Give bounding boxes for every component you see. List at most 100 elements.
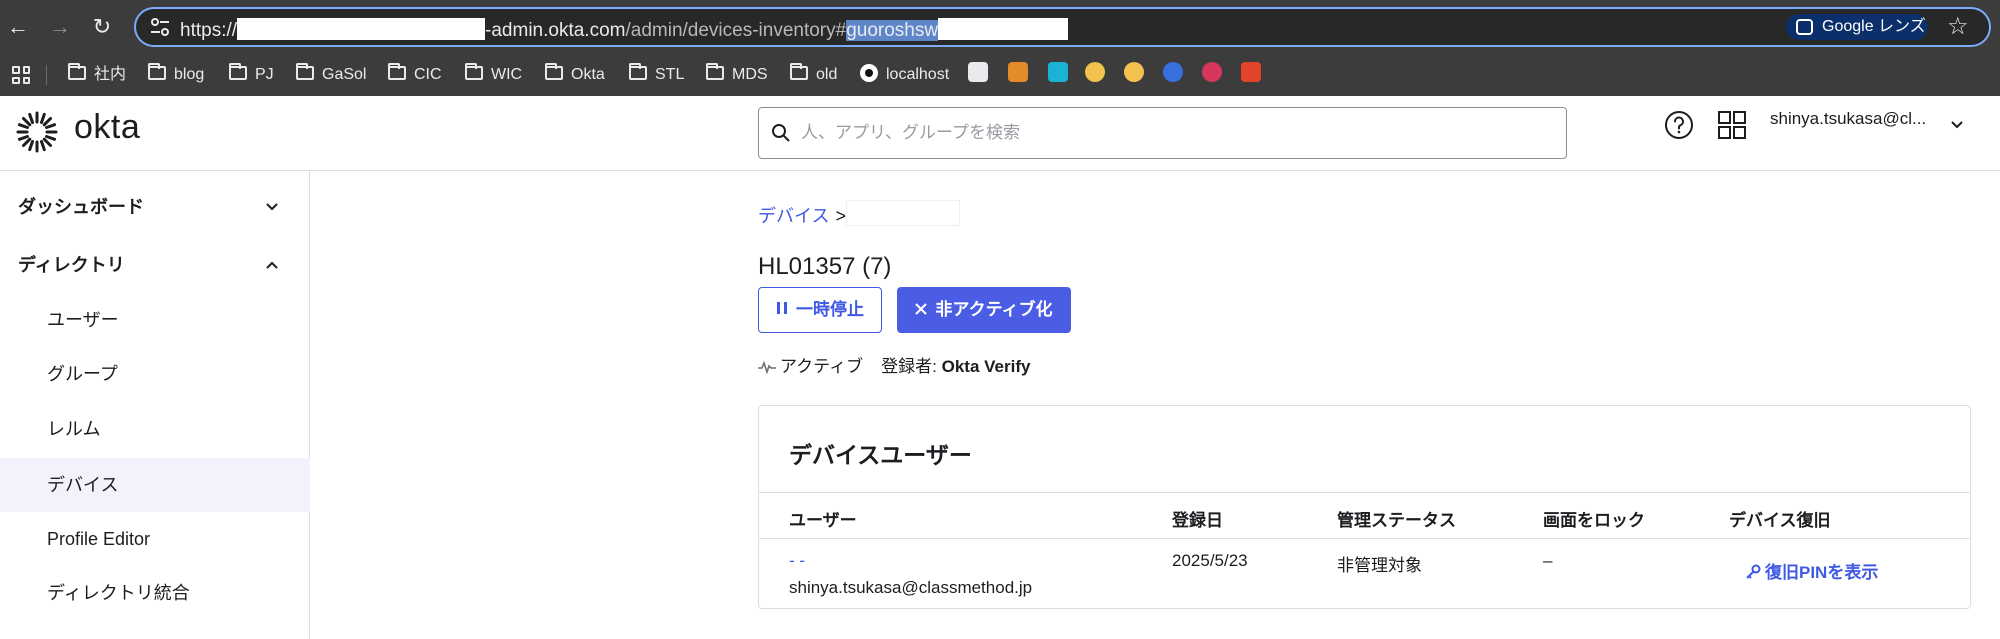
folder-icon bbox=[465, 63, 483, 80]
globe-icon bbox=[860, 64, 878, 82]
address-bar[interactable]: https:// -admin.okta.com/admin/devices-in… bbox=[134, 7, 1991, 47]
gitlab-icon[interactable] bbox=[1241, 62, 1261, 82]
suspend-label: 一時停止 bbox=[796, 300, 864, 319]
bookmark-folder[interactable]: PJ bbox=[229, 63, 274, 86]
divider bbox=[759, 492, 1970, 493]
user-email: shinya.tsukasa@classmethod.jp bbox=[789, 578, 1033, 597]
page-title: HL01357 (7) bbox=[758, 253, 892, 280]
sidebar-group-dashboard[interactable]: ダッシュボード bbox=[0, 179, 310, 235]
user-menu[interactable]: shinya.tsukasa@cl... bbox=[1770, 109, 1926, 129]
search-input[interactable] bbox=[801, 108, 1551, 158]
bookmark-folder[interactable]: old bbox=[790, 63, 837, 86]
sidebar-group-label: ダッシュボード bbox=[18, 197, 144, 217]
url-path: /admin/devices-inventory# bbox=[625, 20, 847, 41]
column-header-registered: 登録日 bbox=[1172, 511, 1223, 530]
bookmark-folder[interactable]: MDS bbox=[706, 63, 768, 86]
divider bbox=[759, 538, 1970, 539]
sidebar-group-label: ディレクトリ bbox=[18, 255, 125, 275]
column-header-management: 管理ステータス bbox=[1337, 511, 1456, 530]
bookmarks-bar: 社内 blog PJ GaSol CIC WIC Okta STL MDS ol… bbox=[0, 54, 2000, 96]
folder-icon bbox=[388, 63, 406, 80]
pause-icon bbox=[777, 302, 787, 314]
sidebar-group-directory[interactable]: ディレクトリ bbox=[0, 237, 310, 293]
device-users-title: デバイスユーザー bbox=[789, 442, 972, 468]
folder-icon bbox=[68, 63, 86, 80]
breadcrumb-devices-link[interactable]: デバイス bbox=[758, 206, 829, 226]
sidebar-item-groups[interactable]: グループ bbox=[0, 347, 310, 401]
google-lens-button[interactable]: Google レンズ bbox=[1786, 14, 1928, 40]
c-icon[interactable] bbox=[1163, 62, 1183, 82]
okta-logo-icon[interactable] bbox=[16, 111, 58, 153]
bookmark-star-icon[interactable]: ☆ bbox=[1947, 14, 1969, 40]
bookmark-folder[interactable]: 社内 bbox=[68, 63, 126, 86]
reload-icon[interactable]: ↻ bbox=[88, 13, 116, 41]
registered-by-value: Okta Verify bbox=[941, 357, 1031, 376]
bookmarks-divider bbox=[46, 65, 47, 85]
app-switcher-icon[interactable] bbox=[1718, 111, 1746, 139]
bookmark-localhost[interactable]: localhost bbox=[860, 64, 949, 86]
back-icon[interactable]: ← bbox=[4, 13, 32, 41]
forward-icon[interactable]: → bbox=[46, 13, 74, 41]
mail-icon[interactable] bbox=[968, 62, 988, 82]
sidebar-item-realms[interactable]: レルム bbox=[0, 402, 310, 456]
t-icon[interactable] bbox=[1085, 62, 1105, 82]
bookmark-folder[interactable]: Okta bbox=[545, 63, 605, 86]
show-recovery-pin-label: 復旧PINを表示 bbox=[1765, 563, 1879, 582]
deactivate-button[interactable]: 非アクティブ化 bbox=[897, 287, 1071, 333]
chevron-down-icon bbox=[266, 203, 278, 211]
url-hash: guoroshsw bbox=[846, 20, 939, 41]
search-icon bbox=[772, 124, 790, 142]
breadcrumb-separator: > bbox=[835, 206, 846, 226]
column-header-user: ユーザー bbox=[789, 511, 857, 530]
sidebar-item-users[interactable]: ユーザー bbox=[0, 293, 310, 347]
sidebar-item-directory-integrations[interactable]: ディレクトリ統合 bbox=[0, 566, 310, 620]
t-icon[interactable] bbox=[1124, 62, 1144, 82]
sidebar-item-profile-editor[interactable]: Profile Editor bbox=[0, 512, 310, 566]
help-icon[interactable] bbox=[1664, 110, 1694, 140]
screen-lock-status: – bbox=[1543, 551, 1553, 570]
folder-icon bbox=[629, 63, 647, 80]
activity-icon bbox=[758, 360, 776, 374]
app-icon[interactable] bbox=[1048, 62, 1068, 82]
bookmark-folder[interactable]: WIC bbox=[465, 63, 522, 86]
lens-icon bbox=[1796, 19, 1813, 35]
okta-wordmark[interactable]: okta bbox=[74, 108, 140, 147]
bookmark-folder[interactable]: CIC bbox=[388, 63, 442, 86]
browser-toolbar: ← → ↻ https:// -admin.okta.com/admin/devi… bbox=[0, 0, 2000, 54]
suspend-button[interactable]: 一時停止 bbox=[758, 287, 882, 333]
sidebar-item-devices[interactable]: デバイス bbox=[0, 458, 310, 512]
registered-by-label: 登録者: bbox=[881, 357, 937, 376]
apps-grid-icon[interactable] bbox=[12, 66, 30, 84]
column-header-recovery: デバイス復旧 bbox=[1729, 511, 1831, 530]
dots-icon[interactable] bbox=[1202, 62, 1222, 82]
folder-icon bbox=[229, 63, 247, 80]
deactivate-label: 非アクティブ化 bbox=[935, 300, 1053, 319]
folder-icon bbox=[296, 63, 314, 80]
key-icon bbox=[1746, 564, 1761, 579]
url-text[interactable]: https:// -admin.okta.com/admin/devices-in… bbox=[180, 18, 1069, 42]
breadcrumb-redaction bbox=[846, 200, 960, 226]
folder-icon bbox=[706, 63, 724, 80]
aws-icon[interactable] bbox=[1008, 62, 1028, 82]
site-settings-icon[interactable] bbox=[150, 18, 170, 36]
user-name-link[interactable]: - - bbox=[789, 551, 805, 571]
bookmark-folder[interactable]: blog bbox=[148, 63, 204, 86]
okta-header: okta shinya.tsukasa@cl... bbox=[0, 96, 2000, 171]
chevron-up-icon bbox=[266, 261, 278, 269]
bookmark-folder[interactable]: GaSol bbox=[296, 63, 366, 86]
global-search[interactable] bbox=[758, 107, 1567, 159]
url-redaction bbox=[237, 18, 486, 40]
folder-icon bbox=[790, 63, 808, 80]
folder-icon bbox=[148, 63, 166, 80]
folder-icon bbox=[545, 63, 563, 80]
show-recovery-pin-link[interactable]: 復旧PINを表示 bbox=[1745, 558, 1878, 583]
device-users-card: デバイスユーザー ユーザー 登録日 管理ステータス 画面をロック デバイス復旧 … bbox=[758, 405, 1971, 609]
chevron-down-icon[interactable] bbox=[1950, 118, 1964, 132]
url-prefix: https:// bbox=[180, 20, 238, 41]
breadcrumb: デバイス > bbox=[758, 202, 846, 228]
status-badge: アクティブ bbox=[780, 357, 864, 376]
management-status: 非管理対象 bbox=[1337, 556, 1422, 575]
registered-date: 2025/5/23 bbox=[1172, 551, 1248, 570]
bookmark-folder[interactable]: STL bbox=[629, 63, 684, 86]
url-redaction bbox=[938, 18, 1069, 40]
